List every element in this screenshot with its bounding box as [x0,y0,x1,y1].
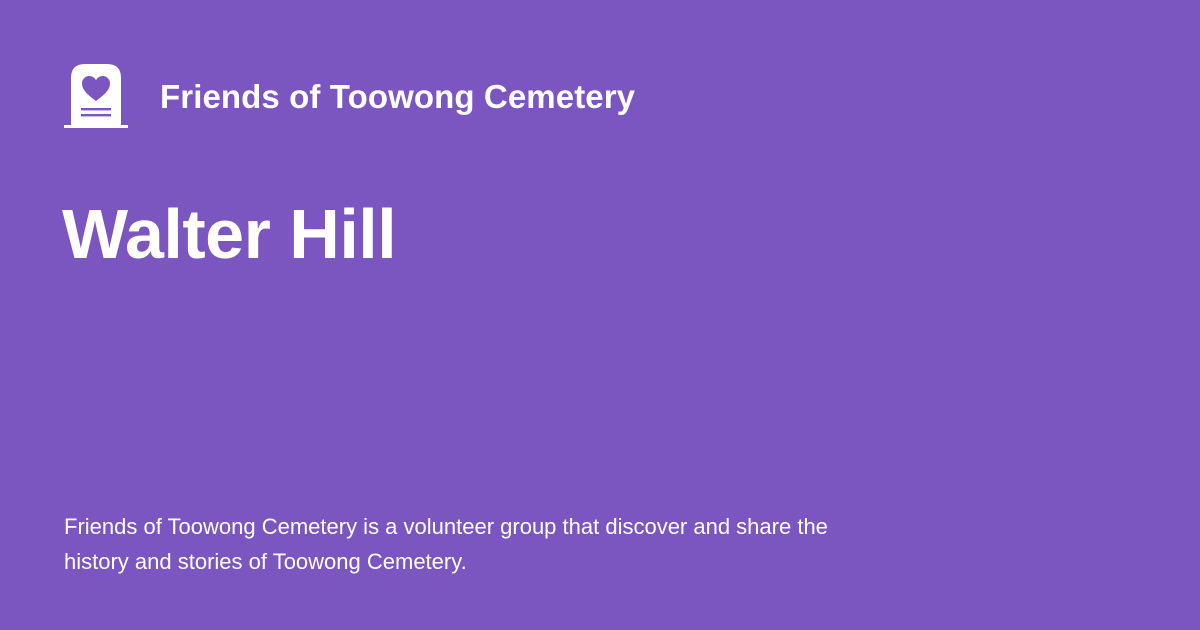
social-share-card: Friends of Toowong Cemetery Walter Hill … [0,0,1200,630]
page-title: Walter Hill [62,195,397,273]
brand-header: Friends of Toowong Cemetery [64,64,635,128]
site-description: Friends of Toowong Cemetery is a volunte… [64,514,828,574]
site-name: Friends of Toowong Cemetery [160,77,636,115]
heart-headstone-icon [64,64,128,128]
